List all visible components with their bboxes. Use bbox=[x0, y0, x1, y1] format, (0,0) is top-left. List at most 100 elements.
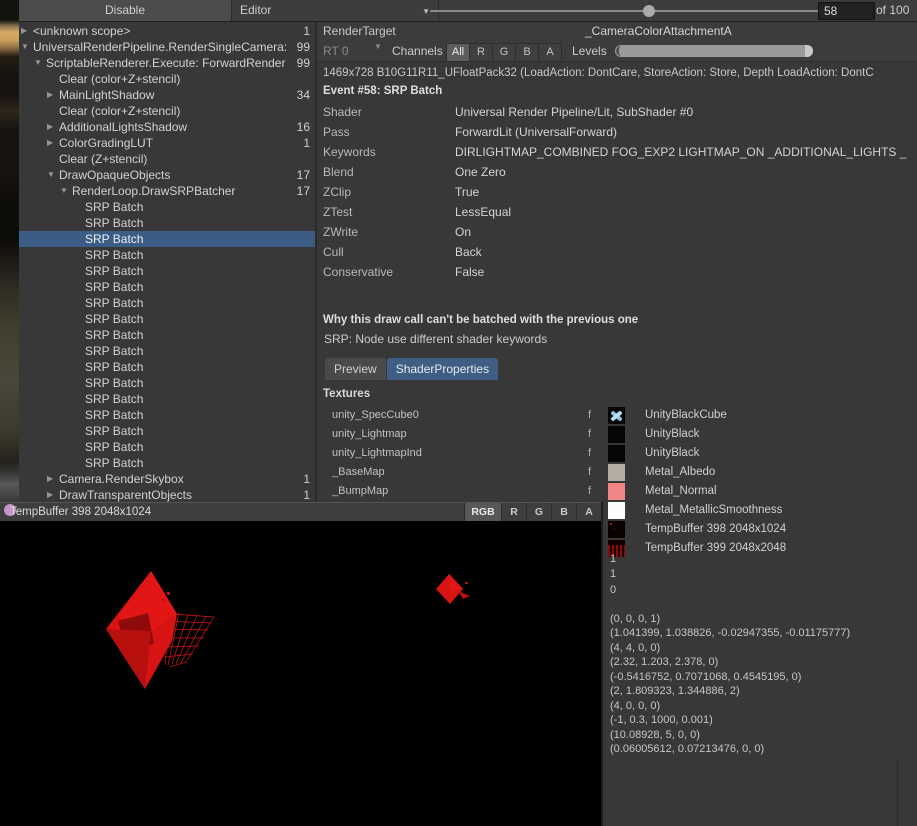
preview-title: TempBuffer 398 2048x1024 bbox=[10, 503, 151, 522]
texture-thumbnail[interactable] bbox=[608, 502, 625, 519]
tree-row[interactable]: SRP Batch bbox=[19, 247, 315, 263]
tree-row-label: AdditionalLightsShadow bbox=[59, 119, 187, 135]
frame-slider[interactable] bbox=[430, 10, 832, 12]
tab-shaderproperties[interactable]: ShaderProperties bbox=[387, 358, 498, 380]
tab-preview[interactable]: Preview bbox=[325, 358, 386, 380]
tree-row-count: 16 bbox=[297, 119, 310, 135]
texture-row[interactable]: unity_LightmapfUnityBlack bbox=[317, 425, 917, 444]
tree-row[interactable]: SRP Batch bbox=[19, 231, 315, 247]
detail-label: ZClip bbox=[323, 182, 351, 202]
target-dropdown[interactable]: Editor ▼ bbox=[232, 0, 439, 21]
tree-row[interactable]: SRP Batch bbox=[19, 391, 315, 407]
channel-button-r[interactable]: R bbox=[470, 44, 493, 61]
preview-titlebar[interactable]: TempBuffer 398 2048x1024 RGBRGBA bbox=[0, 502, 601, 521]
vector-value: (4, 0, 0, 0) bbox=[610, 700, 660, 712]
channel-button-b[interactable]: B bbox=[516, 44, 539, 61]
tree-row[interactable]: SRP Batch bbox=[19, 343, 315, 359]
tree-row[interactable]: ▶ <unknown scope> 1 bbox=[19, 23, 315, 39]
tree-row[interactable]: SRP Batch bbox=[19, 455, 315, 471]
texture-row[interactable]: unity_SpecCube0fUnityBlackCube bbox=[317, 406, 917, 425]
preview-channel-button-rgb[interactable]: RGB bbox=[464, 503, 501, 522]
tree-row[interactable]: SRP Batch bbox=[19, 311, 315, 327]
render-target-label: RenderTarget bbox=[323, 22, 396, 41]
frame-number-input[interactable]: 58 bbox=[818, 2, 875, 20]
tree-row[interactable]: ▶DrawTransparentObjects1 bbox=[19, 487, 315, 503]
tree-row[interactable]: Clear (color+Z+stencil) bbox=[19, 103, 315, 119]
foldout-closed-icon[interactable]: ▶ bbox=[47, 471, 53, 487]
frame-slider-handle[interactable] bbox=[643, 5, 655, 17]
foldout-closed-icon[interactable]: ▶ bbox=[47, 487, 53, 503]
preview-channel-button-b[interactable]: B bbox=[551, 503, 576, 522]
texture-thumbnail[interactable] bbox=[608, 445, 625, 462]
vector-value: (4, 4, 0, 0) bbox=[610, 642, 660, 654]
preview-canvas[interactable] bbox=[0, 521, 601, 826]
texture-thumbnail[interactable] bbox=[608, 407, 625, 424]
tree-row[interactable]: SRP Batch bbox=[19, 327, 315, 343]
tree-row-label: Camera.RenderSkybox bbox=[59, 471, 184, 487]
foldout-closed-icon[interactable]: ▶ bbox=[47, 87, 53, 103]
foldout-open-icon[interactable]: ▼ bbox=[47, 167, 55, 183]
channel-button-all[interactable]: All bbox=[447, 44, 470, 61]
preview-channel-button-g[interactable]: G bbox=[526, 503, 551, 522]
tree-row[interactable]: SRP Batch bbox=[19, 215, 315, 231]
tree-row[interactable]: ▶MainLightShadow34 bbox=[19, 87, 315, 103]
foldout-open-icon[interactable]: ▼ bbox=[34, 55, 42, 71]
texture-flag: f bbox=[588, 482, 591, 501]
texture-thumbnail[interactable] bbox=[608, 464, 625, 481]
texture-property-name: _BumpMap bbox=[332, 482, 388, 501]
tree-row-label: SRP Batch bbox=[85, 439, 143, 455]
tree-row[interactable]: SRP Batch bbox=[19, 423, 315, 439]
disable-button[interactable]: Disable bbox=[19, 0, 232, 21]
tree-row[interactable]: Clear (color+Z+stencil) bbox=[19, 71, 315, 87]
detail-row: CullBack bbox=[317, 242, 917, 262]
tree-row[interactable]: SRP Batch bbox=[19, 263, 315, 279]
tree-row[interactable]: SRP Batch bbox=[19, 199, 315, 215]
levels-slider[interactable] bbox=[615, 45, 813, 57]
tree-row[interactable]: SRP Batch bbox=[19, 407, 315, 423]
channel-button-a[interactable]: A bbox=[539, 44, 561, 61]
detail-tabs: PreviewShaderProperties bbox=[325, 358, 499, 380]
tree-row[interactable]: ▶ AdditionalLightsShadow 16 bbox=[19, 119, 315, 135]
texture-thumbnail[interactable] bbox=[608, 521, 625, 538]
foldout-open-icon[interactable]: ▼ bbox=[60, 183, 68, 199]
tree-row[interactable]: SRP Batch bbox=[19, 279, 315, 295]
tree-row[interactable]: ▶ColorGradingLUT1 bbox=[19, 135, 315, 151]
vector-value: (0.06005612, 0.07213476, 0, 0) bbox=[610, 743, 764, 755]
tree-row-count: 1 bbox=[303, 23, 310, 39]
tree-row-label: UniversalRenderPipeline.RenderSingleCame… bbox=[33, 39, 287, 55]
tree-row-label: <unknown scope> bbox=[33, 23, 130, 39]
texture-row[interactable]: _BumpMapfMetal_Normal bbox=[317, 482, 917, 501]
detail-row: ZWriteOn bbox=[317, 222, 917, 242]
texture-flag: f bbox=[588, 406, 591, 425]
tree-row-label: SRP Batch bbox=[85, 359, 143, 375]
tree-row-label: SRP Batch bbox=[85, 391, 143, 407]
foldout-closed-icon[interactable]: ▶ bbox=[47, 135, 53, 151]
texture-property-name: unity_Lightmap bbox=[332, 425, 407, 444]
preview-channel-button-a[interactable]: A bbox=[576, 503, 601, 522]
channel-button-g[interactable]: G bbox=[493, 44, 516, 61]
tree-row[interactable]: SRP Batch bbox=[19, 439, 315, 455]
texture-preview-window: TempBuffer 398 2048x1024 RGBRGBA bbox=[0, 502, 603, 826]
event-title: Event #58: SRP Batch bbox=[323, 85, 442, 97]
tree-row[interactable]: SRP Batch bbox=[19, 375, 315, 391]
rt-index-dropdown[interactable]: RT 0 bbox=[323, 41, 349, 61]
tree-row[interactable]: ▶Camera.RenderSkybox1 bbox=[19, 471, 315, 487]
tree-row-label: SRP Batch bbox=[85, 295, 143, 311]
tree-row[interactable]: Clear (Z+stencil) bbox=[19, 151, 315, 167]
preview-channel-buttons: RGBRGBA bbox=[464, 503, 601, 522]
preview-channel-button-r[interactable]: R bbox=[501, 503, 526, 522]
foldout-closed-icon[interactable]: ▶ bbox=[21, 23, 27, 39]
tree-row[interactable]: ▼DrawOpaqueObjects17 bbox=[19, 167, 315, 183]
texture-row[interactable]: _BaseMapfMetal_Albedo bbox=[317, 463, 917, 482]
tree-row[interactable]: SRP Batch bbox=[19, 359, 315, 375]
foldout-open-icon[interactable]: ▼ bbox=[21, 39, 29, 55]
texture-thumbnail[interactable] bbox=[608, 426, 625, 443]
detail-label: Pass bbox=[323, 122, 350, 142]
texture-row[interactable]: unity_LightmapIndfUnityBlack bbox=[317, 444, 917, 463]
tree-row[interactable]: ▼UniversalRenderPipeline.RenderSingleCam… bbox=[19, 39, 315, 55]
tree-row[interactable]: ▼RenderLoop.DrawSRPBatcher17 bbox=[19, 183, 315, 199]
texture-thumbnail[interactable] bbox=[608, 483, 625, 500]
tree-row[interactable]: ▼ScriptableRenderer.Execute: ForwardRend… bbox=[19, 55, 315, 71]
tree-row[interactable]: SRP Batch bbox=[19, 295, 315, 311]
foldout-closed-icon[interactable]: ▶ bbox=[47, 119, 53, 135]
